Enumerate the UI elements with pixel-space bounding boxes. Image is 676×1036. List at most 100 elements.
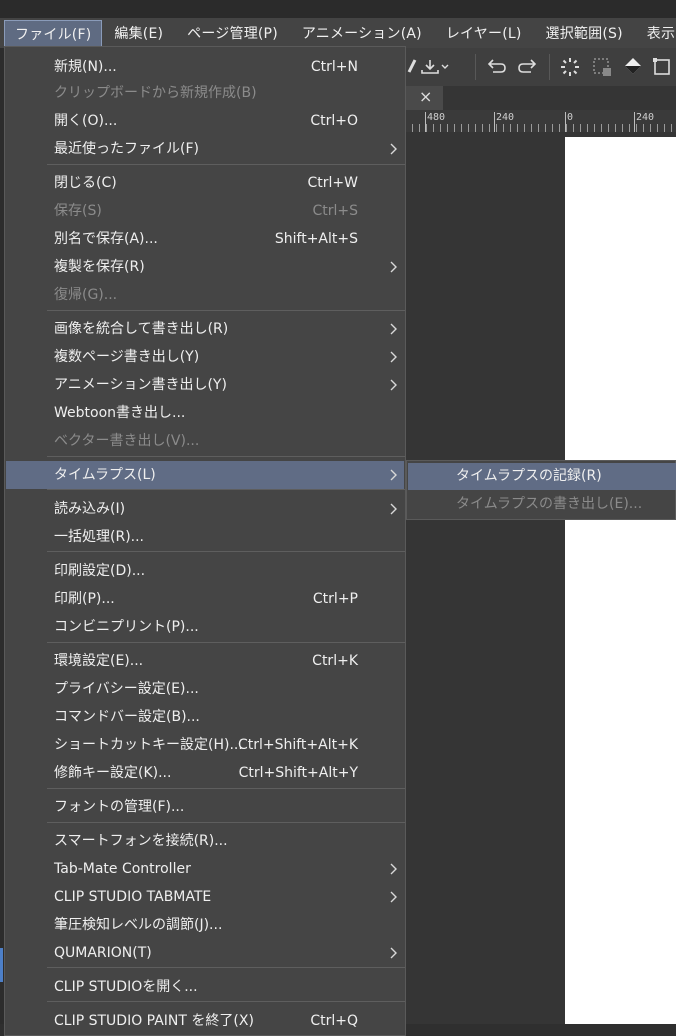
chevron-right-icon (389, 883, 398, 911)
undo-icon[interactable] (485, 56, 507, 76)
file-menu-item[interactable]: 画像を統合して書き出し(R) (6, 315, 404, 343)
menu-animation[interactable]: アニメーション(A) (290, 18, 434, 48)
menu-item-label: 環境設定(E)... (54, 653, 144, 669)
submenu-item: タイムラプスの書き出し(E)... (408, 491, 676, 518)
transform-icon[interactable] (651, 56, 675, 76)
menu-item-label: 別名で保存(A)... (54, 231, 158, 247)
menu-item-label: アニメーション書き出し(Y) (54, 377, 227, 393)
menu-item-label: ベクター書き出し(V)... (54, 433, 200, 449)
menu-item-label: 修飾キー設定(K)... (54, 765, 172, 781)
selection-icon[interactable] (591, 56, 613, 76)
menu-item-label: QUMARION(T) (54, 945, 152, 961)
menu-item-label: 印刷(P)... (54, 591, 115, 607)
file-menu-item[interactable]: QUMARION(T) (6, 939, 404, 967)
menu-item-label: Tab-Mate Controller (54, 861, 191, 877)
file-menu-item[interactable]: CLIP STUDIO PAINT を終了(X) Ctrl+Q (6, 1007, 404, 1035)
ruler-label: 480 (427, 112, 446, 123)
menu-item-label: ショートカットキー設定(H)... (54, 737, 243, 753)
file-menu-item: クリップボードから新規作成(B) (6, 79, 404, 107)
menu-layer[interactable]: レイヤー(L) (434, 18, 534, 48)
submenu-item[interactable]: タイムラプスの記録(R) (408, 463, 676, 490)
file-menu-item[interactable]: 別名で保存(A)... Shift+Alt+S (6, 225, 404, 253)
menu-item-label: 最近使ったファイル(F) (54, 141, 199, 157)
file-menu-item[interactable]: 複数ページ書き出し(Y) (6, 343, 404, 371)
menu-item-label: Webtoon書き出し... (54, 405, 186, 421)
chevron-right-icon (389, 939, 398, 967)
file-menu-item[interactable]: 新規(N)... Ctrl+N (6, 53, 404, 81)
ruler-label: 240 (636, 112, 655, 123)
menu-separator (47, 164, 405, 165)
chevron-right-icon (389, 315, 398, 343)
menu-item-label: 開く(O)... (54, 113, 118, 129)
menu-separator (47, 642, 405, 643)
file-menu-item[interactable]: 読み込み(I) (6, 495, 404, 523)
document-tab[interactable]: × (405, 86, 443, 110)
menu-selection[interactable]: 選択範囲(S) (534, 18, 635, 48)
menu-item-shortcut: Ctrl+O (310, 113, 358, 129)
chevron-right-icon (389, 343, 398, 371)
file-menu-item: ベクター書き出し(V)... (6, 427, 404, 455)
file-menu-item[interactable]: Webtoon書き出し... (6, 399, 404, 427)
menu-item-shortcut: Ctrl+Q (310, 1013, 358, 1029)
loading-spinner-icon[interactable] (559, 56, 581, 76)
file-menu-item[interactable]: 開く(O)... Ctrl+O (6, 107, 404, 135)
file-menu-item[interactable]: 印刷(P)... Ctrl+P (6, 585, 404, 613)
file-menu-item: 保存(S) Ctrl+S (6, 197, 404, 225)
menu-edit[interactable]: 編集(E) (102, 18, 175, 48)
horizontal-ruler: 480 240 0 240 (405, 110, 676, 133)
menu-item-label: 閉じる(C) (54, 175, 117, 191)
menu-item-label: 一括処理(R)... (54, 529, 145, 545)
file-menu-item[interactable]: 最近使ったファイル(F) (6, 135, 404, 163)
file-menu-item[interactable]: プライバシー設定(E)... (6, 675, 404, 703)
menu-item-label: CLIP STUDIO PAINT を終了(X) (54, 1013, 254, 1029)
menu-item-shortcut: Ctrl+S (312, 203, 358, 219)
menu-item-label: プライバシー設定(E)... (54, 681, 199, 697)
menu-item-label: CLIP STUDIO TABMATE (54, 889, 212, 905)
file-menu-item[interactable]: CLIP STUDIO TABMATE (6, 883, 404, 911)
file-menu-item[interactable]: 印刷設定(D)... (6, 557, 404, 585)
file-menu-item[interactable]: CLIP STUDIOを開く... (6, 973, 404, 1001)
menu-view[interactable]: 表示 (635, 18, 676, 48)
menu-separator (47, 822, 405, 823)
title-strip (0, 0, 676, 18)
file-menu-item[interactable]: 修飾キー設定(K)... Ctrl+Shift+Alt+Y (6, 759, 404, 787)
file-menu-item[interactable]: ショートカットキー設定(H)... Ctrl+Shift+Alt+K (6, 731, 404, 759)
ruler-label: 0 (567, 112, 574, 123)
file-menu-item[interactable]: Tab-Mate Controller (6, 855, 404, 883)
menu-item-label: 画像を統合して書き出し(R) (54, 321, 229, 337)
chevron-right-icon (389, 495, 398, 523)
chevron-right-icon (389, 135, 398, 163)
file-menu-item[interactable]: コンビニプリント(P)... (6, 613, 404, 641)
export-icon[interactable] (419, 56, 449, 76)
menu-page-management[interactable]: ページ管理(P) (175, 18, 290, 48)
close-icon[interactable]: × (419, 87, 432, 106)
menu-file[interactable]: ファイル(F) (4, 20, 103, 48)
fill-bucket-icon[interactable] (621, 56, 645, 76)
file-menu-item[interactable]: アニメーション書き出し(Y) (6, 371, 404, 399)
file-menu-item[interactable]: フォントの管理(F)... (6, 793, 404, 821)
file-menu-item: 復帰(G)... (6, 281, 404, 309)
menu-separator (47, 967, 405, 968)
file-menu-item[interactable]: 筆圧検知レベルの調節(J)... (6, 911, 404, 939)
redo-icon[interactable] (517, 56, 539, 76)
menu-item-shortcut: Shift+Alt+S (274, 231, 358, 247)
menu-separator (47, 456, 405, 457)
canvas-paper[interactable] (565, 137, 676, 1024)
file-menu-item[interactable]: 一括処理(R)... (6, 523, 404, 551)
brush-icon[interactable] (407, 56, 417, 76)
menu-item-label: 複製を保存(R) (54, 259, 145, 275)
file-menu-item[interactable]: スマートフォンを接続(R)... (6, 827, 404, 855)
file-menu-item[interactable]: 閉じる(C) Ctrl+W (6, 169, 404, 197)
file-menu-item[interactable]: 複製を保存(R) (6, 253, 404, 281)
menu-separator (47, 489, 405, 490)
menu-separator (47, 551, 405, 552)
menu-item-label: タイムラプス(L) (54, 467, 156, 483)
file-menu-item[interactable]: タイムラプス(L) (6, 461, 404, 489)
menu-item-label: 新規(N)... (54, 59, 117, 75)
menu-item-label: CLIP STUDIOを開く... (54, 979, 198, 995)
file-menu-item[interactable]: 環境設定(E)... Ctrl+K (6, 647, 404, 675)
menu-item-label: 複数ページ書き出し(Y) (54, 349, 200, 365)
menu-item-shortcut: Ctrl+N (310, 59, 358, 75)
menu-item-label: クリップボードから新規作成(B) (54, 85, 257, 101)
file-menu-item[interactable]: コマンドバー設定(B)... (6, 703, 404, 731)
